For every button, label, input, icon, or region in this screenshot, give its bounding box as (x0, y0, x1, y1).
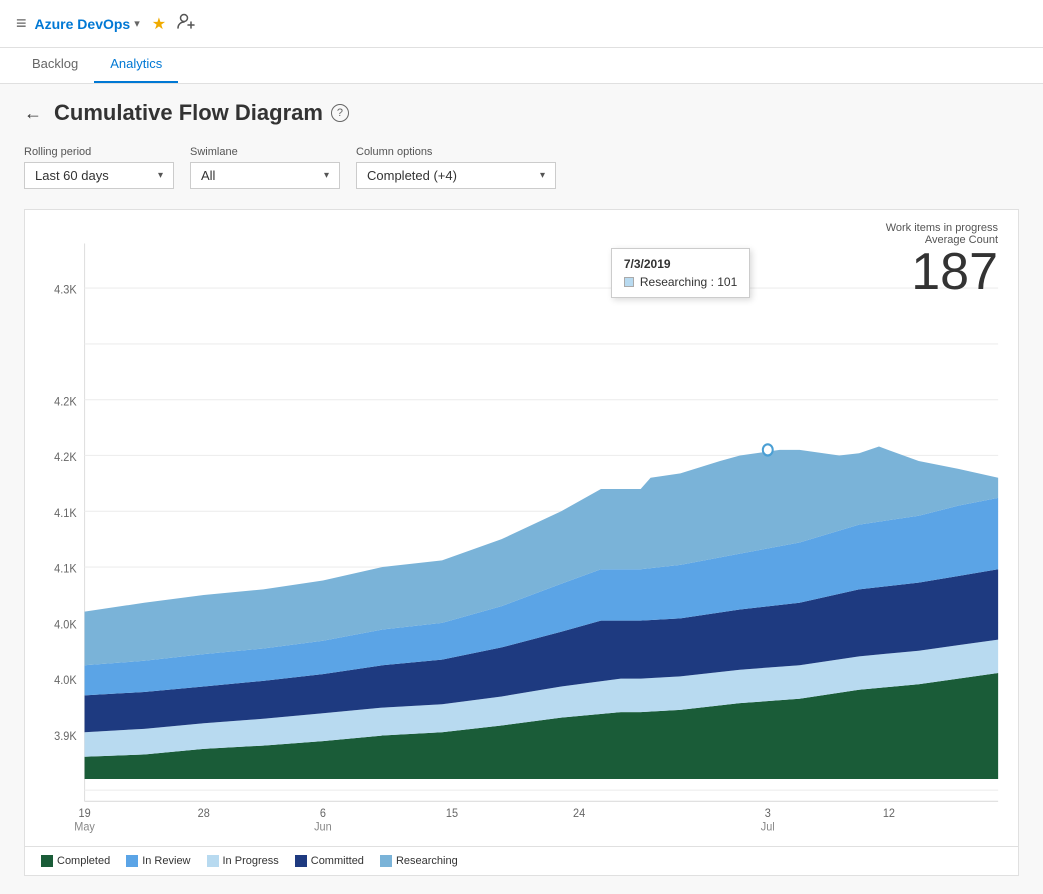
column-options-value: Completed (+4) (367, 168, 457, 183)
svg-text:28: 28 (198, 806, 210, 820)
swimlane-arrow: ▾ (324, 170, 329, 181)
work-items-label: Work items in progress (886, 222, 998, 234)
legend-in-review-color (126, 855, 138, 867)
svg-text:3: 3 (765, 806, 771, 820)
legend-in-progress-color (207, 855, 219, 867)
legend-completed: Completed (41, 855, 110, 867)
tooltip-date: 7/3/2019 (624, 257, 737, 271)
svg-text:4.3K: 4.3K (54, 283, 77, 297)
favorite-icon[interactable]: ★ (152, 14, 166, 34)
main-content: ← Cumulative Flow Diagram ? Rolling peri… (0, 84, 1043, 894)
legend-researching-label: Researching (396, 855, 458, 867)
legend-completed-label: Completed (57, 855, 110, 867)
svg-text:4.0K: 4.0K (54, 674, 77, 688)
tab-analytics[interactable]: Analytics (94, 48, 178, 83)
svg-text:4.2K: 4.2K (54, 450, 77, 464)
nav-tabs: Backlog Analytics (0, 48, 1043, 84)
tab-backlog[interactable]: Backlog (16, 48, 94, 83)
swimlane-value: All (201, 168, 215, 183)
tooltip-item: Researching : 101 (624, 275, 737, 289)
tooltip-text: Researching : 101 (640, 275, 737, 289)
svg-text:6: 6 (320, 806, 326, 820)
svg-text:May: May (74, 820, 95, 834)
rolling-period-select[interactable]: Last 60 days ▾ (24, 162, 174, 189)
rolling-period-label: Rolling period (24, 146, 174, 158)
legend-in-review: In Review (126, 855, 190, 867)
rolling-period-value: Last 60 days (35, 168, 109, 183)
legend-committed: Committed (295, 855, 364, 867)
app-menu-icon[interactable]: ≡ (16, 13, 27, 34)
work-items-counter: Work items in progress Average Count 187 (886, 222, 998, 298)
column-options-select[interactable]: Completed (+4) ▾ (356, 162, 556, 189)
column-options-filter: Column options Completed (+4) ▾ (356, 146, 556, 189)
swimlane-filter: Swimlane All ▾ (190, 146, 340, 189)
rolling-period-filter: Rolling period Last 60 days ▾ (24, 146, 174, 189)
svg-text:4.1K: 4.1K (54, 562, 77, 576)
svg-text:Jun: Jun (314, 820, 332, 834)
tooltip-dot (763, 444, 773, 455)
svg-text:4.2K: 4.2K (54, 395, 77, 409)
chart-svg: 4.3K 4.2K 4.2K 4.1K 4.1K 4.0K 4.0K 3.9K (25, 210, 1018, 846)
help-icon[interactable]: ? (331, 104, 349, 122)
filters-row: Rolling period Last 60 days ▾ Swimlane A… (24, 146, 1019, 189)
svg-text:19: 19 (79, 806, 91, 820)
app-dropdown-icon[interactable]: ▾ (134, 17, 140, 30)
tooltip-color-box (624, 277, 634, 287)
app-name: Azure DevOps (35, 16, 131, 32)
svg-text:15: 15 (446, 806, 458, 820)
svg-text:4.1K: 4.1K (54, 506, 77, 520)
legend-completed-color (41, 855, 53, 867)
swimlane-label: Swimlane (190, 146, 340, 158)
svg-text:3.9K: 3.9K (54, 729, 77, 743)
legend-in-progress: In Progress (207, 855, 279, 867)
page-title: Cumulative Flow Diagram (54, 100, 323, 126)
legend-committed-label: Committed (311, 855, 364, 867)
legend-researching: Researching (380, 855, 458, 867)
svg-text:Jul: Jul (761, 820, 775, 834)
rolling-period-arrow: ▾ (158, 170, 163, 181)
legend-researching-color (380, 855, 392, 867)
legend-in-review-label: In Review (142, 855, 190, 867)
column-options-arrow: ▾ (540, 170, 545, 181)
swimlane-select[interactable]: All ▾ (190, 162, 340, 189)
legend-committed-color (295, 855, 307, 867)
top-header: ≡ Azure DevOps ▾ ★ (0, 0, 1043, 48)
svg-text:4.0K: 4.0K (54, 618, 77, 632)
chart-container: Work items in progress Average Count 187… (24, 209, 1019, 847)
svg-text:12: 12 (883, 806, 895, 820)
back-button[interactable]: ← (24, 103, 42, 124)
user-icon[interactable] (176, 11, 196, 36)
svg-text:24: 24 (573, 806, 586, 820)
work-items-count: 187 (886, 246, 998, 298)
tooltip-box: 7/3/2019 Researching : 101 (611, 248, 750, 298)
column-options-label: Column options (356, 146, 556, 158)
legend-in-progress-label: In Progress (223, 855, 279, 867)
chart-legend: Completed In Review In Progress Committe… (24, 847, 1019, 876)
page-header: ← Cumulative Flow Diagram ? (24, 100, 1019, 126)
